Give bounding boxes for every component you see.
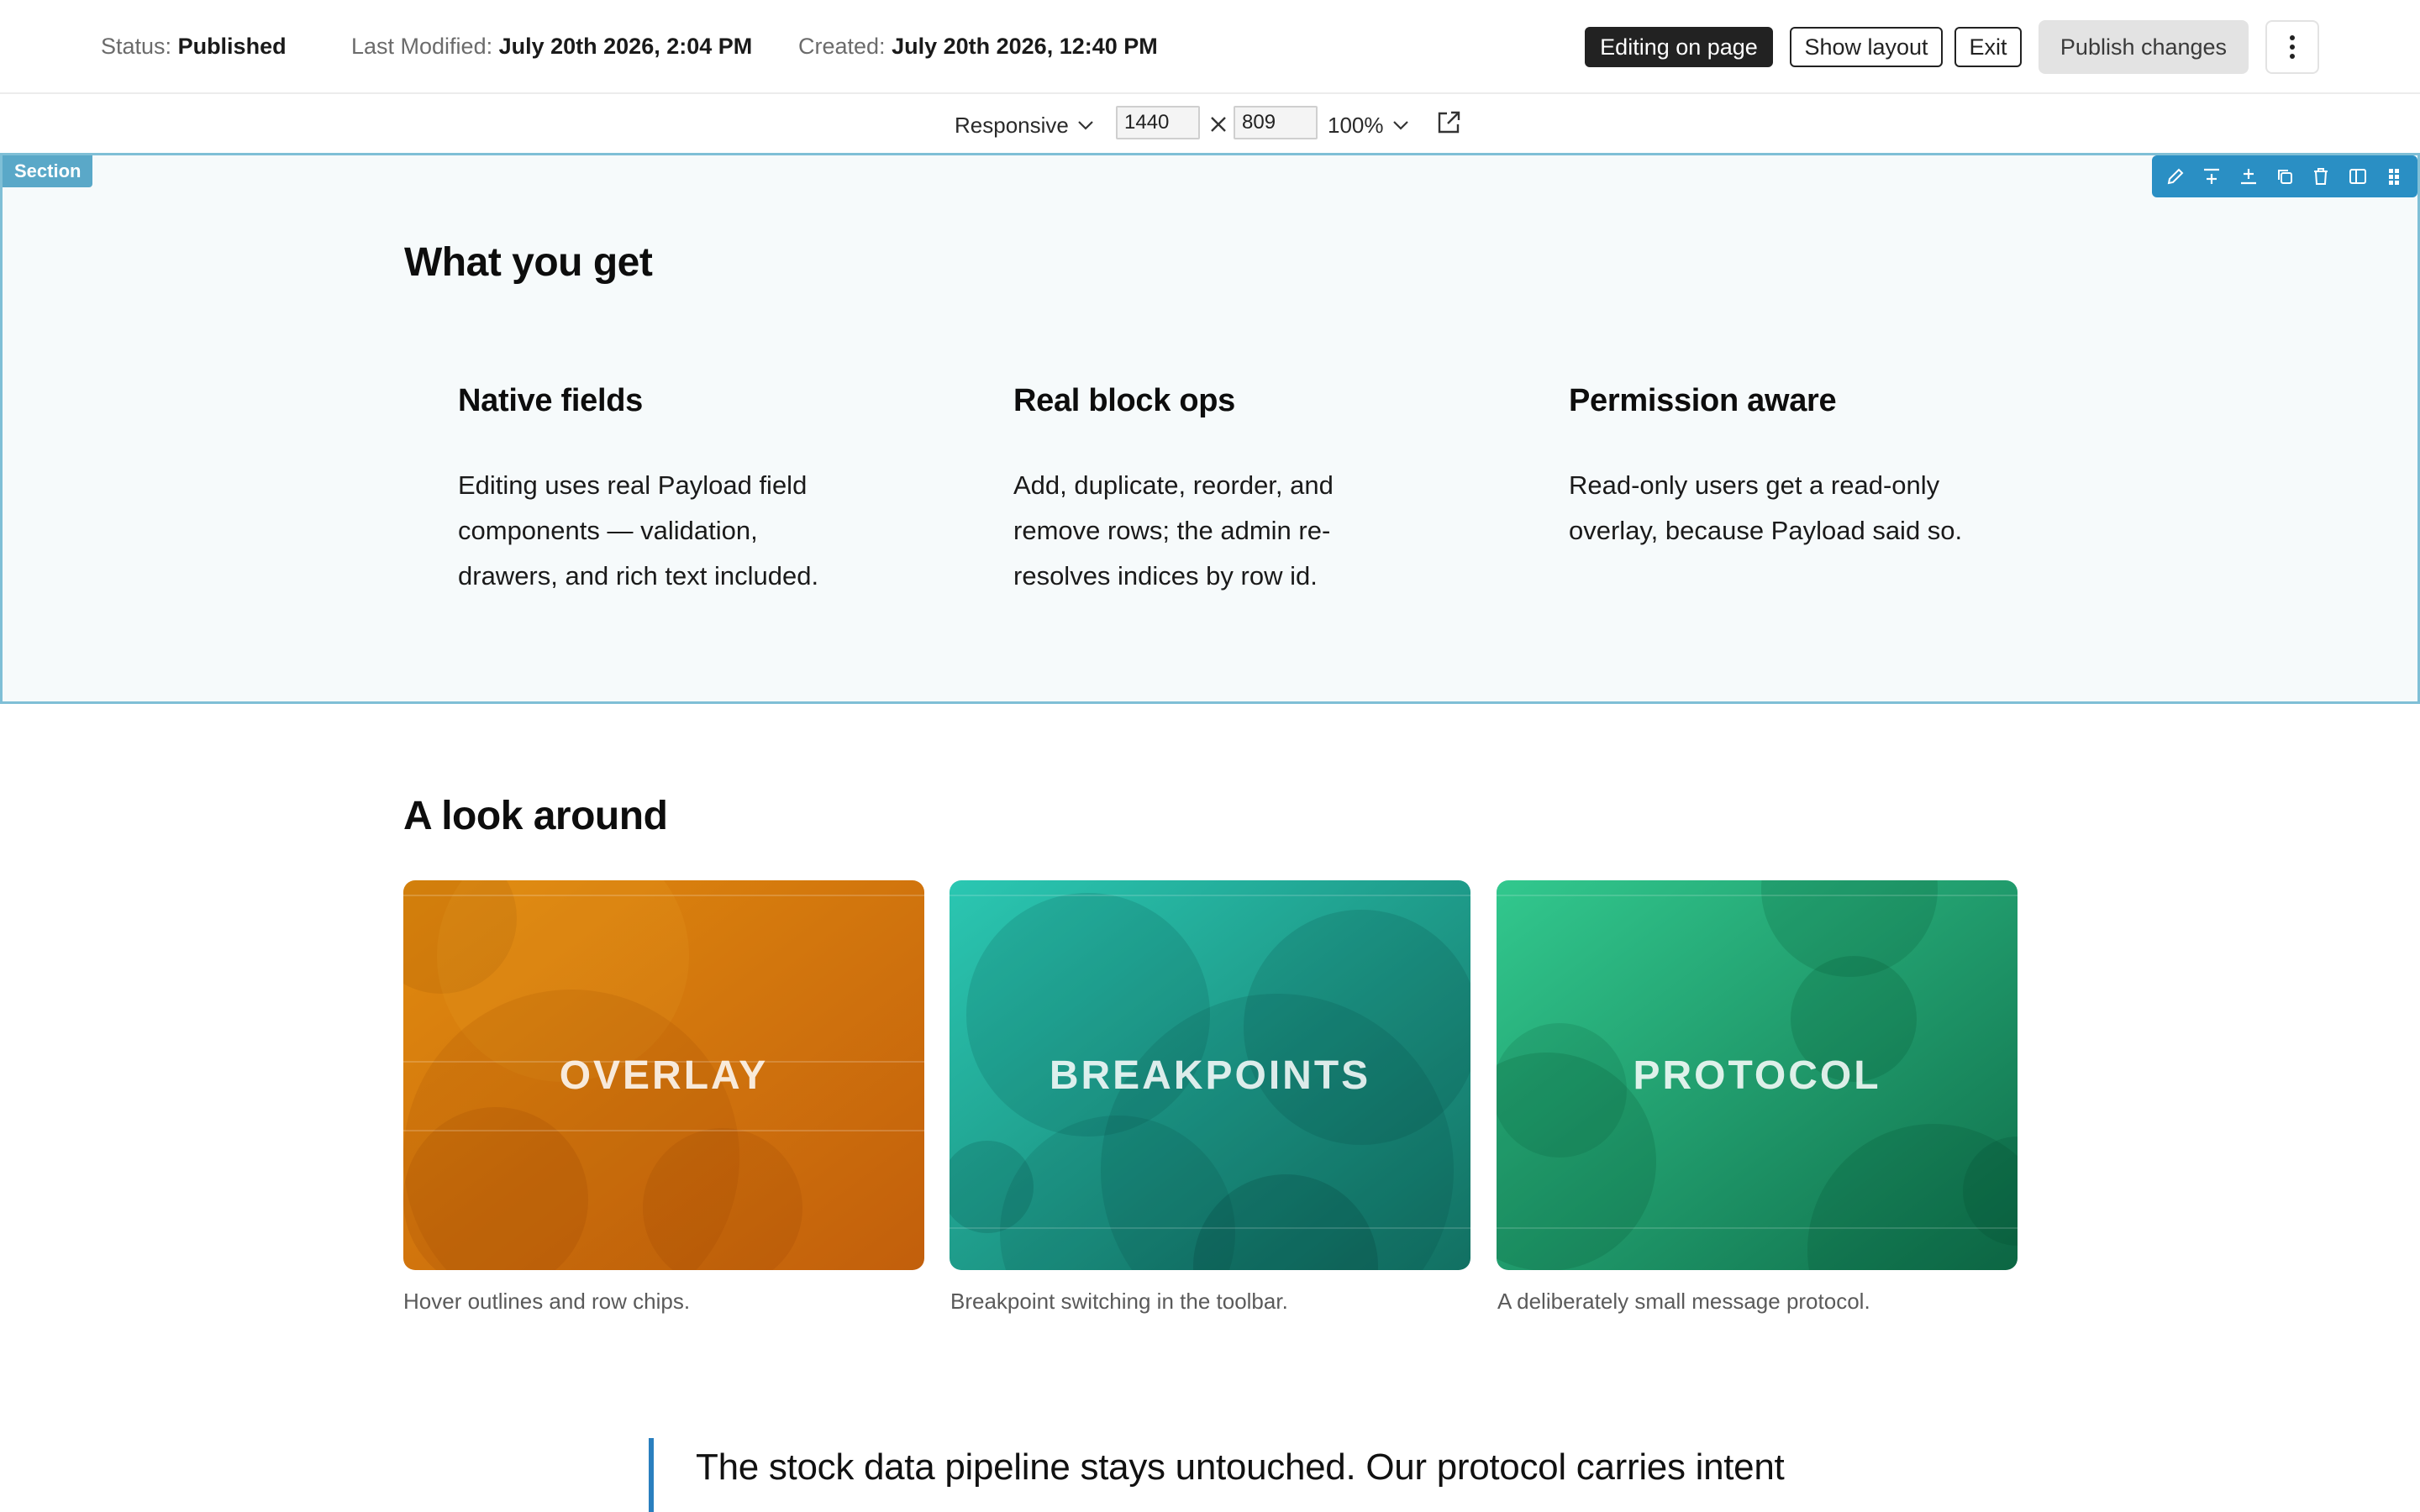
edit-block-button[interactable] xyxy=(2164,165,2187,188)
editing-on-page-button[interactable]: Editing on page xyxy=(1585,27,1773,67)
chevron-down-icon xyxy=(1078,121,1093,130)
drag-handle[interactable] xyxy=(2382,165,2406,188)
card-label: PROTOCOL xyxy=(1633,1053,1881,1098)
card-label: OVERLAY xyxy=(559,1053,769,1098)
card-caption: Breakpoint switching in the toolbar. xyxy=(950,1289,1288,1314)
insert-above-icon xyxy=(2204,168,2220,184)
card-caption: Hover outlines and row chips. xyxy=(403,1289,691,1314)
insert-below-button[interactable] xyxy=(2237,165,2260,188)
vertical-dots-icon xyxy=(2290,35,2295,59)
feature-column: Permission aware Read-only users get a r… xyxy=(1569,382,1972,554)
feature-column: Native fields Editing uses real Payload … xyxy=(458,382,861,599)
status-label: Status: xyxy=(101,34,172,59)
zoom-label: 100% xyxy=(1328,112,1384,138)
card-caption: A deliberately small message protocol. xyxy=(1497,1289,1870,1314)
last-modified-meta: Last Modified: July 20th 2026, 2:04 PM xyxy=(351,34,752,60)
feature-column: Real block ops Add, duplicate, reorder, … xyxy=(1013,382,1417,599)
last-modified-label: Last Modified: xyxy=(351,34,493,59)
card-label: BREAKPOINTS xyxy=(1049,1053,1371,1098)
breakpoint-select[interactable]: Responsive xyxy=(955,109,1094,141)
section-heading: What you get xyxy=(404,240,653,285)
created-value: July 20th 2026, 12:40 PM xyxy=(892,34,1158,59)
delete-block-button[interactable] xyxy=(2309,165,2333,188)
toggle-sidebar-button[interactable] xyxy=(2346,165,2370,188)
created-label: Created: xyxy=(798,34,886,59)
times-icon xyxy=(1211,117,1226,132)
gallery-card[interactable]: OVERLAY xyxy=(403,880,924,1270)
feature-title: Permission aware xyxy=(1569,383,1837,418)
status-meta: Status: Published xyxy=(101,34,287,60)
section-chip: Section xyxy=(3,155,93,187)
section-toolbar xyxy=(2152,155,2417,197)
feature-title: Real block ops xyxy=(1013,383,1235,418)
insert-above-button[interactable] xyxy=(2200,165,2223,188)
last-modified-value: July 20th 2026, 2:04 PM xyxy=(498,34,753,59)
publish-changes-button[interactable]: Publish changes xyxy=(2039,20,2249,74)
exit-button[interactable]: Exit xyxy=(1954,27,2022,67)
trash-icon xyxy=(2314,168,2328,185)
feature-body: Add, duplicate, reorder, and remove rows… xyxy=(1013,470,1334,591)
created-meta: Created: July 20th 2026, 12:40 PM xyxy=(798,34,1158,60)
breakpoint-label: Responsive xyxy=(955,112,1069,138)
insert-below-icon xyxy=(2240,169,2256,185)
zoom-select[interactable]: 100% xyxy=(1328,109,1409,141)
feature-title: Native fields xyxy=(458,383,643,418)
feature-body: Editing uses real Payload field componen… xyxy=(458,470,819,591)
gallery-card[interactable]: BREAKPOINTS xyxy=(950,880,1470,1270)
viewport-width-input[interactable] xyxy=(1116,106,1200,139)
gallery-heading: A look around xyxy=(403,794,668,838)
admin-top-bar: Status: Published Last Modified: July 20… xyxy=(0,0,2420,94)
open-new-window-icon[interactable] xyxy=(1435,109,1462,136)
grip-icon xyxy=(2389,169,2400,185)
sidebar-panel-icon xyxy=(2349,169,2366,184)
pencil-icon xyxy=(2167,168,2184,185)
quote-accent-bar xyxy=(649,1438,654,1512)
show-layout-button[interactable]: Show layout xyxy=(1790,27,1943,67)
gallery-card[interactable]: PROTOCOL xyxy=(1497,880,2018,1270)
viewport-height-input[interactable] xyxy=(1234,106,1318,139)
duplicate-block-button[interactable] xyxy=(2273,165,2296,188)
copy-icon xyxy=(2277,170,2292,184)
feature-body: Read-only users get a read-only overlay,… xyxy=(1569,470,1963,545)
status-value: Published xyxy=(177,34,287,59)
quote-text: The stock data pipeline stays untouched.… xyxy=(696,1446,1785,1488)
viewport-toolbar: Responsive 100% xyxy=(0,96,2420,153)
chevron-down-icon xyxy=(1392,121,1408,130)
selected-section[interactable]: Section What you get Native fields Editi… xyxy=(0,153,2420,704)
more-options-button[interactable] xyxy=(2265,20,2319,74)
